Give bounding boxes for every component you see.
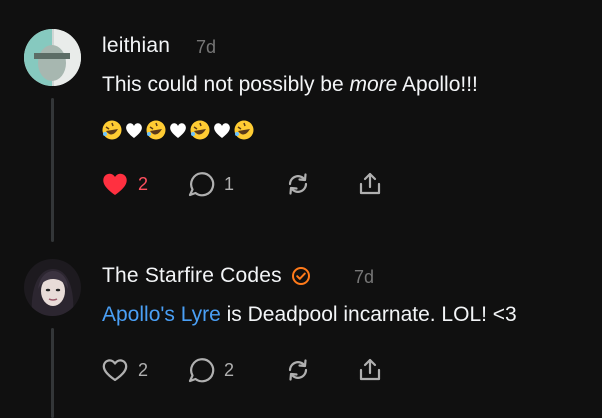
repost-icon (288, 173, 308, 195)
username[interactable]: leithian (102, 34, 170, 58)
timestamp: 7d (196, 37, 217, 57)
mention-link[interactable]: Apollo's Lyre (102, 303, 221, 326)
comment-icon (188, 172, 215, 197)
verified-badge-icon (291, 267, 310, 285)
reply-count: 2 (224, 359, 235, 380)
username[interactable]: The Starfire Codes (102, 264, 311, 288)
reply-count: 1 (224, 173, 235, 194)
share-button[interactable] (357, 171, 383, 197)
rofl-emoji (102, 120, 122, 140)
like-count: 2 (138, 359, 149, 380)
repost-button[interactable] (285, 171, 357, 197)
action-bar: 2 2 (101, 356, 383, 384)
like-button[interactable]: 2 (101, 171, 187, 197)
share-icon (359, 172, 381, 195)
rofl-emoji (234, 120, 254, 140)
post-text-emphasis: more (349, 73, 398, 96)
heart-icon (102, 359, 128, 382)
like-count: 2 (138, 173, 149, 194)
rofl-emoji (146, 120, 166, 140)
timestamp: 7d (354, 267, 375, 287)
post-text-part: This could not possibly be (102, 73, 350, 96)
rofl-emoji (190, 120, 210, 140)
post-text: Apollo's Lyre is Deadpool incarnate. LOL… (102, 303, 517, 327)
username-text: The Starfire Codes (102, 264, 282, 287)
avatar[interactable] (24, 29, 81, 86)
avatar[interactable] (24, 259, 81, 316)
repost-icon (288, 359, 308, 381)
post-text: This could not possibly be more Apollo!!… (102, 73, 478, 97)
post-text-part: Apollo!!! (397, 73, 478, 96)
like-button[interactable]: 2 (101, 357, 187, 383)
white-heart-emoji (126, 123, 142, 138)
action-bar: 2 1 (101, 170, 383, 198)
thread-line (51, 328, 54, 418)
share-icon (359, 358, 381, 381)
white-heart-emoji (214, 123, 230, 138)
repost-button[interactable] (285, 357, 357, 383)
emoji-row (101, 119, 255, 141)
reply-button[interactable]: 2 (187, 356, 285, 384)
reply-button[interactable]: 1 (187, 170, 285, 198)
heart-filled-icon (103, 173, 127, 195)
post-text-part: is Deadpool incarnate. LOL! <3 (220, 303, 517, 326)
thread-line (51, 98, 54, 242)
comment-icon (188, 358, 215, 383)
white-heart-emoji (170, 123, 186, 138)
share-button[interactable] (357, 357, 383, 383)
